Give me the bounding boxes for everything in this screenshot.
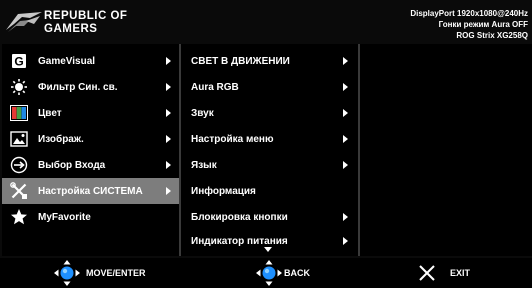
gamevisual-g-icon: G [10,52,28,70]
status-mode: Гонки режим Aura OFF [438,20,528,29]
menu-item-label: Выбор Входа [38,159,106,171]
sub-item-language[interactable]: Язык [181,152,358,178]
sub-item-label: Язык [191,160,217,171]
menu-item-image[interactable]: Изображ. [2,126,179,152]
sub-item-label: Индикатор питания [191,236,288,247]
menu-item-gamevisual[interactable]: G GameVisual [2,48,179,74]
close-icon [419,265,435,281]
menu-item-blue-light-filter[interactable]: Фильтр Син. св. [2,74,179,100]
svg-text:G: G [14,55,23,69]
menu-item-system-setup[interactable]: Настройка СИСТЕМА [2,178,179,204]
menu-item-label: Фильтр Син. св. [38,81,118,93]
brand-name: REPUBLIC OF GAMERS [44,10,127,36]
chevron-right-icon [166,135,171,143]
menu-item-label: Цвет [38,107,62,119]
chevron-right-icon [343,83,348,91]
system-setup-icon [10,182,28,200]
osd-header: REPUBLIC OF GAMERS DisplayPort 1920x1080… [0,0,532,44]
chevron-right-icon [166,83,171,91]
sub-item-label: Звук [191,108,214,119]
input-select-icon [10,156,28,174]
menu-item-label: Изображ. [38,133,84,145]
chevron-right-icon [166,161,171,169]
value-panel [360,44,532,256]
osd-footer: MOVE/ENTER BACK EXIT [0,258,532,288]
sub-menu: СВЕТ В ДВИЖЕНИИ Aura RGB Звук Настройка … [181,44,358,256]
main-menu: G GameVisual Фильтр Син. св. Цвет Изобра… [2,44,179,256]
brand-line-2: GAMERS [44,23,98,35]
status-info: DisplayPort 1920x1080@240Hz Гонки режим … [410,8,528,41]
menu-item-label: Настройка СИСТЕМА [38,185,143,197]
exit-button[interactable]: EXIT [418,258,470,288]
joystick-move-icon [54,260,80,286]
chevron-right-icon [343,57,348,65]
sub-item-aura-rgb[interactable]: Aura RGB [181,74,358,100]
joystick-back-icon [256,260,282,286]
chevron-right-icon [343,109,348,117]
back-label: BACK [284,268,310,278]
sub-item-label: СВЕТ В ДВИЖЕНИИ [191,56,290,67]
sub-item-sound[interactable]: Звук [181,100,358,126]
chevron-right-icon [166,187,171,195]
scroll-down-icon[interactable] [264,247,272,252]
chevron-right-icon [343,135,348,143]
chevron-right-icon [343,213,348,221]
move-enter-button[interactable]: MOVE/ENTER [54,258,146,288]
chevron-right-icon [343,237,348,245]
blue-light-filter-icon [10,78,28,96]
menu-item-myfavorite[interactable]: MyFavorite [2,204,179,230]
sub-item-label: Настройка меню [191,134,274,145]
menu-item-label: MyFavorite [38,211,91,223]
star-icon [10,208,28,226]
menu-item-label: GameVisual [38,55,96,67]
brand-line-1: REPUBLIC OF [44,10,128,22]
sub-item-information[interactable]: Информация [181,178,358,204]
rog-eye-logo-icon [6,12,42,32]
osd-window: REPUBLIC OF GAMERS DisplayPort 1920x1080… [0,0,532,288]
sub-item-key-lock[interactable]: Блокировка кнопки [181,204,358,230]
chevron-right-icon [343,161,348,169]
sub-item-label: Информация [191,186,256,197]
chevron-right-icon [166,109,171,117]
sub-item-motion-light[interactable]: СВЕТ В ДВИЖЕНИИ [181,48,358,74]
color-icon [10,104,28,122]
status-input-resolution: DisplayPort 1920x1080@240Hz [410,9,528,18]
sub-item-menu-setup[interactable]: Настройка меню [181,126,358,152]
menu-item-input-select[interactable]: Выбор Входа [2,152,179,178]
menu-item-color[interactable]: Цвет [2,100,179,126]
sub-item-label: Блокировка кнопки [191,212,288,223]
sub-item-label: Aura RGB [191,82,239,93]
exit-label: EXIT [450,268,471,278]
back-button[interactable]: BACK [256,258,310,288]
move-enter-label: MOVE/ENTER [86,268,146,278]
status-model: ROG Strix XG258Q [456,31,528,40]
image-icon [10,130,28,148]
chevron-right-icon [166,57,171,65]
